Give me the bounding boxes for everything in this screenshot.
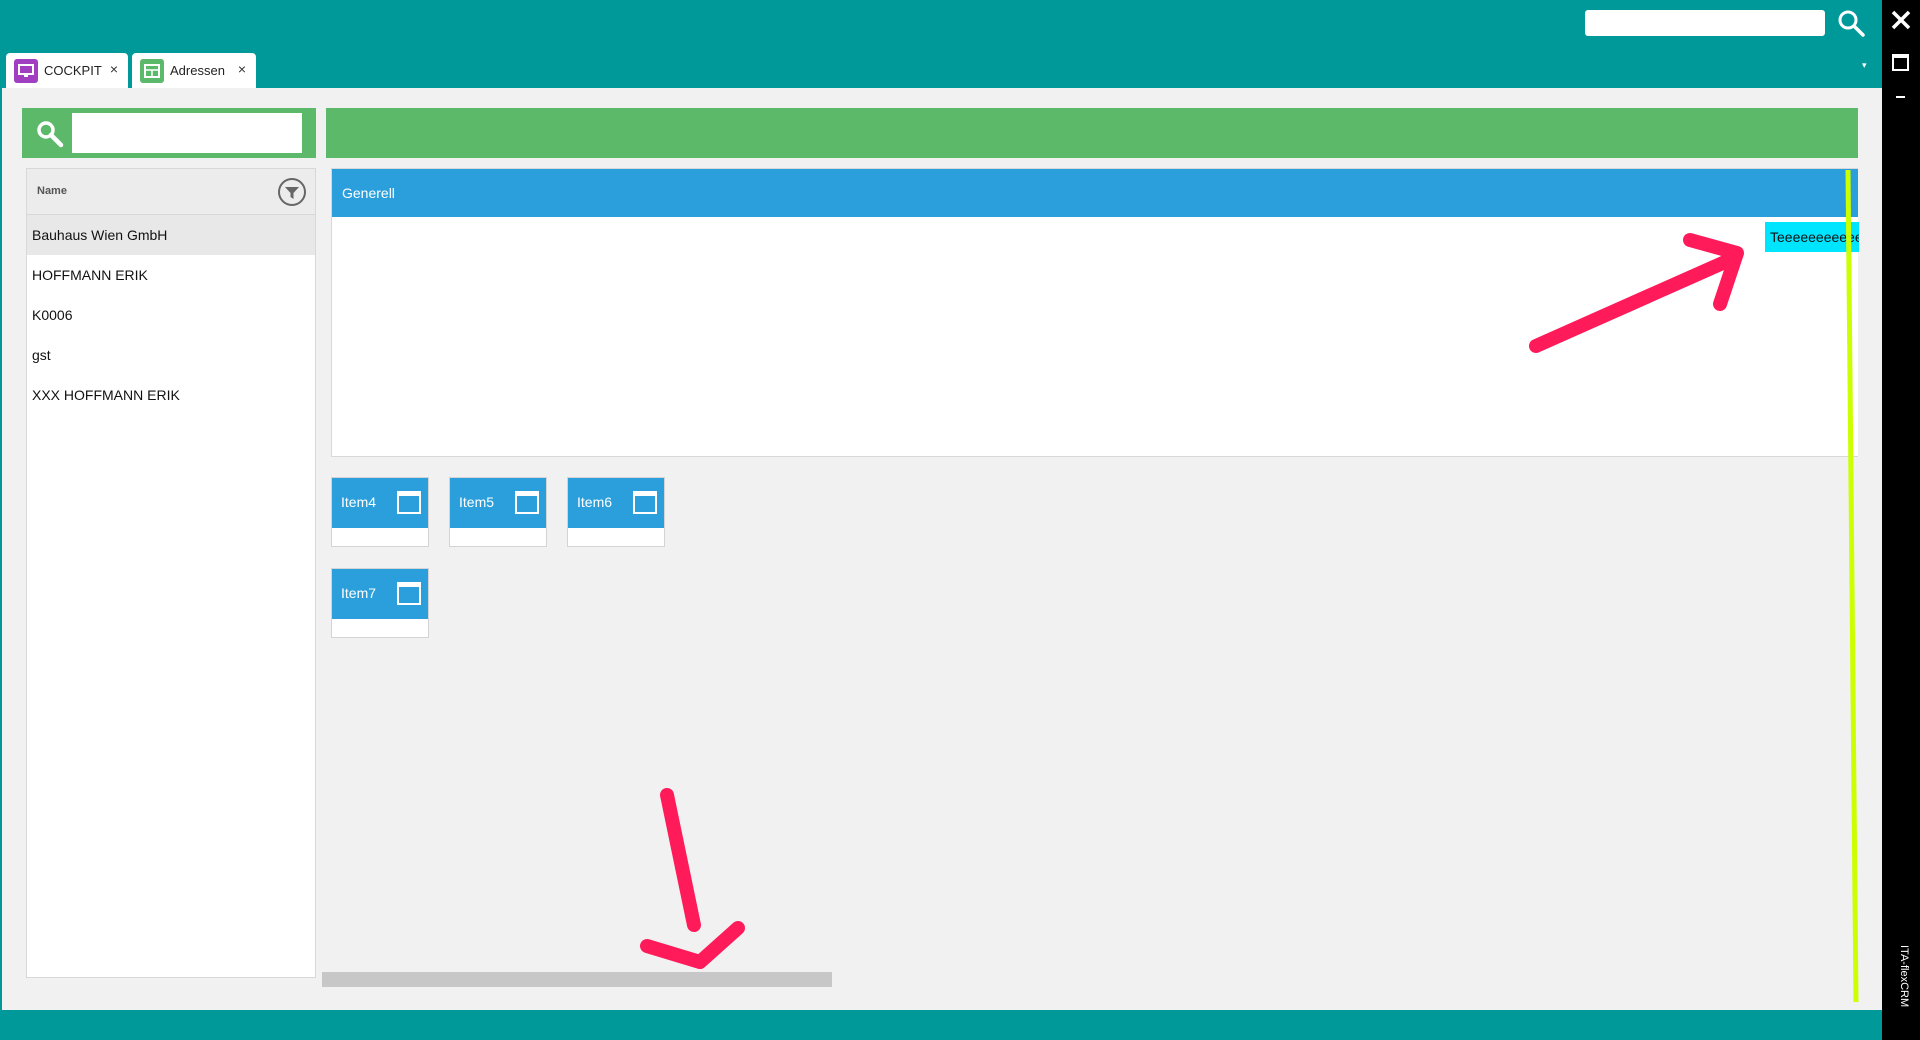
tile-item4[interactable]: Item4	[331, 477, 429, 547]
tab-label: COCKPIT	[44, 63, 102, 78]
window-border	[0, 88, 2, 1010]
window-icon[interactable]	[397, 582, 421, 605]
tile-label: Item6	[577, 494, 613, 510]
annotation-arrow	[640, 788, 745, 969]
tile-label: Item4	[341, 494, 377, 510]
tab-label: Adressen	[170, 63, 225, 78]
window-icon[interactable]	[515, 491, 539, 514]
tile-item5[interactable]: Item5	[449, 477, 547, 547]
monitor-icon	[14, 58, 38, 83]
address-search-input[interactable]	[72, 113, 302, 153]
search-icon[interactable]	[1836, 8, 1866, 38]
tile-header: Item4	[332, 478, 428, 528]
address-search-panel	[22, 108, 316, 158]
top-bar: ▾ COCKPIT × Adressen ×	[0, 0, 1882, 88]
window-icon[interactable]	[633, 491, 657, 514]
tile-label: Item7	[341, 585, 377, 601]
table-icon	[140, 58, 164, 83]
list-header: Name	[27, 169, 315, 215]
bottom-bar	[0, 1010, 1882, 1040]
list-item[interactable]: gst	[27, 335, 315, 375]
generell-card: Generell Teeeeeeeeeeeeeeeeeeee	[331, 168, 1859, 457]
tile-label: Item5	[459, 494, 495, 510]
tab-overflow-icon[interactable]: ▾	[1862, 60, 1872, 70]
maximize-icon[interactable]	[1892, 54, 1909, 71]
tile-header: Item5	[450, 478, 546, 528]
card-title: Generell	[342, 185, 395, 201]
horizontal-scrollbar[interactable]	[322, 972, 832, 987]
search-icon[interactable]	[36, 120, 64, 148]
minimize-icon[interactable]	[1896, 96, 1905, 98]
column-header-name[interactable]: Name	[37, 185, 67, 197]
detail-header-bar	[326, 108, 1858, 158]
close-icon[interactable]: ×	[238, 61, 246, 77]
list-item[interactable]: Bauhaus Wien GmbH	[27, 215, 315, 255]
window-icon[interactable]	[397, 491, 421, 514]
close-icon[interactable]	[1889, 8, 1913, 32]
global-search-input[interactable]	[1585, 10, 1825, 36]
tile-item6[interactable]: Item6	[567, 477, 665, 547]
tile-header: Item7	[332, 569, 428, 619]
close-icon[interactable]: ×	[110, 61, 118, 77]
list-item[interactable]: HOFFMANN ERIK	[27, 255, 315, 295]
app-brand: ITA-flexCRM	[1898, 945, 1910, 1008]
card-field-value: Teeeeeeeeeeeeeeeeeeee	[1765, 222, 1859, 252]
window-controls: ITA-flexCRM	[1882, 0, 1920, 1040]
list-item[interactable]: XXX HOFFMANN ERIK	[27, 375, 315, 415]
tile-item7[interactable]: Item7	[331, 568, 429, 638]
list-item[interactable]: K0006	[27, 295, 315, 335]
tile-header: Item6	[568, 478, 664, 528]
tab-adressen[interactable]: Adressen ×	[132, 53, 256, 88]
tab-cockpit[interactable]: COCKPIT ×	[6, 53, 128, 88]
filter-icon[interactable]	[277, 177, 307, 207]
card-header: Generell	[332, 169, 1858, 217]
address-list: Name Bauhaus Wien GmbH HOFFMANN ERIK K00…	[26, 168, 316, 978]
